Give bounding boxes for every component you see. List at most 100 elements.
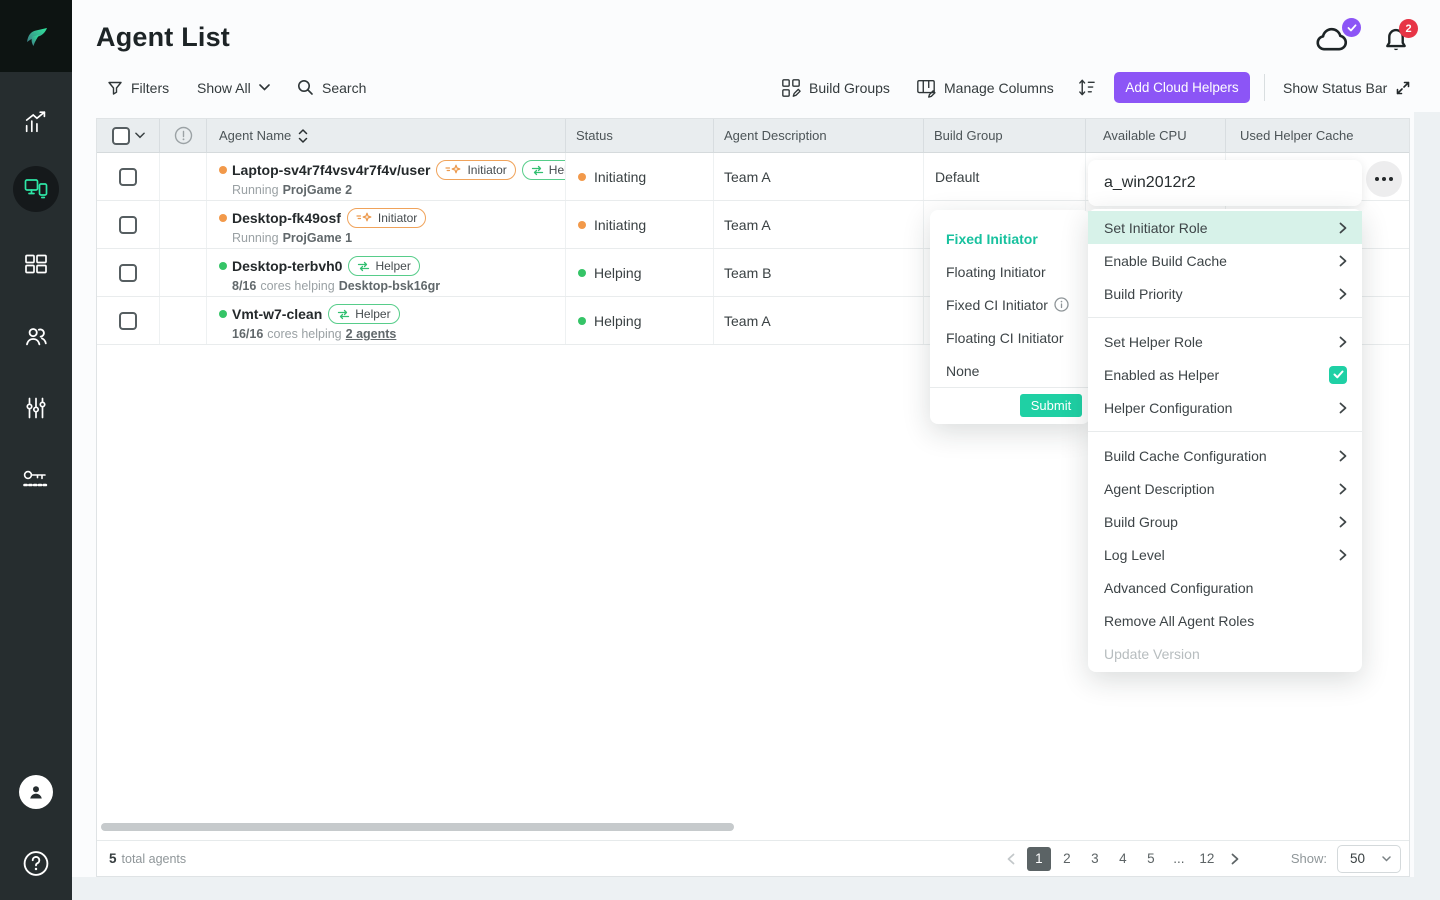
show-label: Show: [1291,851,1327,866]
menu-item-enabled-as-helper[interactable]: Enabled as Helper [1088,358,1362,391]
column-header-status: Status [566,119,714,152]
manage-columns-button[interactable]: Manage Columns [916,72,1054,103]
helper-swap-icon [337,309,350,320]
sidebar-item-license[interactable] [21,467,51,491]
sort-button[interactable] [1077,72,1096,103]
horizontal-scrollbar-thumb[interactable] [101,823,734,831]
agent-status-dot [219,310,227,318]
sort-icon [1077,78,1096,97]
pagination-page-1[interactable]: 1 [1027,847,1051,871]
chevron-right-icon [1339,402,1347,414]
menu-item-build-cache-configuration[interactable]: Build Cache Configuration [1088,439,1362,472]
row-alert-cell [160,297,207,344]
show-all-dropdown[interactable]: Show All [197,72,270,103]
menu-item-build-priority[interactable]: Build Priority [1088,277,1362,310]
column-header-agent-name[interactable]: Agent Name [207,119,566,152]
chevron-right-icon [1339,450,1347,462]
menu-divider [1088,431,1362,432]
select-all-checkbox[interactable] [112,127,130,145]
pagination-page-12[interactable]: 12 [1195,847,1219,871]
menu-item-remove-all-agent-roles[interactable]: Remove All Agent Roles [1088,604,1362,637]
context-menu-title: a_win2012r2 [1088,160,1362,206]
sidebar-item-help[interactable] [22,849,51,878]
status-label: Initiating [594,217,646,233]
row-checkbox[interactable] [119,168,137,186]
sidebar-item-account[interactable] [19,775,53,809]
row-checkbox[interactable] [119,312,137,330]
description-cell: Team B [714,249,924,296]
chevron-down-icon [1382,856,1391,862]
check-icon [1347,24,1357,32]
option-floating-ci-initiator[interactable]: Floating CI Initiator [930,321,1090,354]
filters-button[interactable]: Filters [107,72,169,103]
info-icon[interactable] [1054,297,1069,312]
badge-label: Helper [355,307,390,321]
pagination-page-2[interactable]: 2 [1055,847,1079,871]
agent-subtext: 8/16cores helpingDesktop-bsk16gr [232,279,565,293]
pagination-next-button[interactable] [1223,847,1247,871]
option-none[interactable]: None [930,354,1090,387]
notifications-button[interactable]: 2 [1384,26,1410,54]
show-status-bar-label: Show Status Bar [1283,80,1387,96]
helped-agents-link[interactable]: 2 agents [346,327,397,341]
cloud-status-button[interactable] [1313,26,1355,56]
option-floating-initiator[interactable]: Floating Initiator [930,255,1090,288]
menu-item-agent-description[interactable]: Agent Description [1088,472,1362,505]
menu-item-label: Log Level [1104,547,1165,563]
settings-sliders-icon [23,395,49,421]
chevron-right-icon [1231,853,1239,865]
sort-arrows-icon[interactable] [298,129,308,143]
helper-swap-icon [357,261,370,272]
pagination-page-3[interactable]: 3 [1083,847,1107,871]
chevron-down-icon[interactable] [135,132,145,139]
pagination-page-4[interactable]: 4 [1111,847,1135,871]
build-groups-button[interactable]: Build Groups [781,72,890,103]
initiator-role-submenu: Fixed Initiator Floating Initiator Fixed… [930,210,1090,424]
search-button[interactable]: Search [297,72,366,103]
menu-item-enable-build-cache[interactable]: Enable Build Cache [1088,244,1362,277]
used-helper-cache-header-label: Used Helper Cache [1240,128,1353,143]
initiator-badge-icon [356,212,373,225]
sidebar-item-users[interactable] [23,323,50,350]
menu-item-set-initiator-role[interactable]: Set Initiator Role [1088,211,1362,244]
row-select-cell [97,297,160,344]
menu-item-advanced-configuration[interactable]: Advanced Configuration [1088,571,1362,604]
row-select-cell [97,153,160,200]
row-checkbox[interactable] [119,216,137,234]
menu-item-label: Build Group [1104,514,1178,530]
chevron-right-icon [1339,222,1347,234]
sidebar-item-settings[interactable] [23,395,49,421]
build-groups-edit-icon [781,78,801,98]
show-status-bar-button[interactable]: Show Status Bar [1283,72,1411,103]
badge-label: Helper [549,163,566,177]
search-label: Search [322,80,366,96]
submit-button[interactable]: Submit [1020,394,1082,417]
row-checkbox[interactable] [119,264,137,282]
option-fixed-ci-initiator[interactable]: Fixed CI Initiator [930,288,1090,321]
menu-item-helper-configuration[interactable]: Helper Configuration [1088,391,1362,424]
page-size-value: 50 [1350,851,1365,866]
status-dot [578,221,586,229]
row-actions-button[interactable] [1366,161,1402,197]
add-cloud-helpers-button[interactable]: Add Cloud Helpers [1114,72,1250,103]
sidebar-item-agents[interactable] [13,166,59,212]
status-cell: Helping [566,297,714,344]
build-group-header-label: Build Group [934,128,1003,143]
pagination-prev-button[interactable] [999,847,1023,871]
menu-item-set-helper-role[interactable]: Set Helper Role [1088,325,1362,358]
menu-item-build-group[interactable]: Build Group [1088,505,1362,538]
subtext-strong: ProjGame 2 [283,183,352,197]
option-fixed-initiator[interactable]: Fixed Initiator [930,222,1090,255]
enabled-as-helper-checkbox[interactable] [1329,366,1347,384]
build-groups-icon [23,251,49,277]
menu-item-log-level[interactable]: Log Level [1088,538,1362,571]
agent-name: Vmt-w7-clean [232,306,322,322]
page-size-select[interactable]: 50 [1337,845,1401,873]
sidebar-item-build-groups[interactable] [23,251,49,277]
agent-list-app: Agent List 2 Filters Show All Sea [0,0,1440,900]
sidebar-item-analytics[interactable] [22,108,50,136]
show-all-label: Show All [197,80,251,96]
badge-label: Initiator [378,211,417,225]
app-logo[interactable] [0,0,72,72]
pagination-page-5[interactable]: 5 [1139,847,1163,871]
